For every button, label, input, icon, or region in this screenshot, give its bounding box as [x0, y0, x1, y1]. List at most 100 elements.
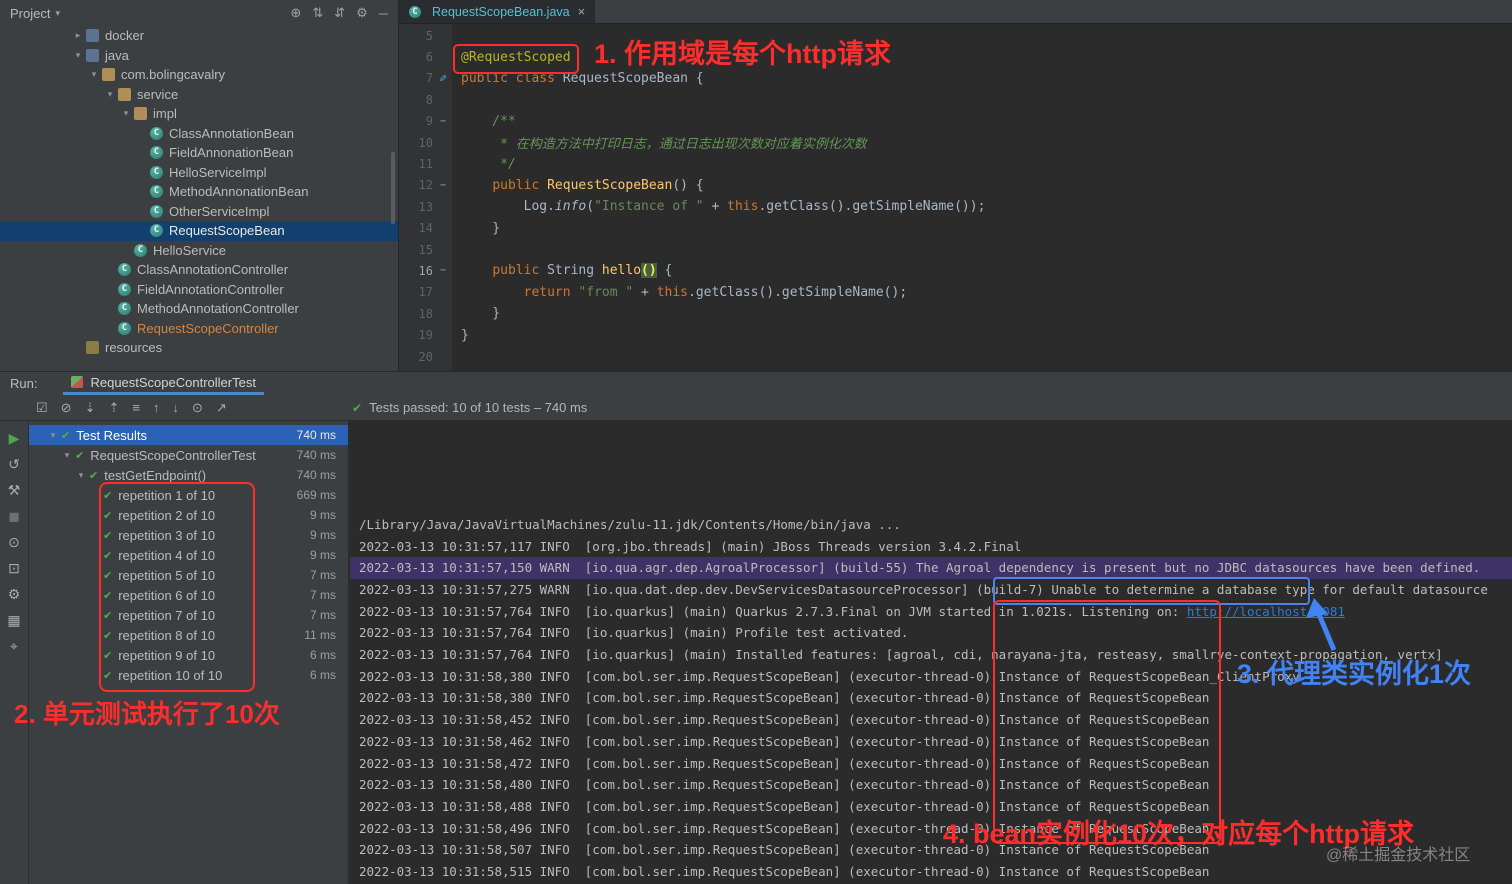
code-line[interactable]: 12− public RequestScopeBean() { — [399, 175, 1512, 196]
line-number: 12 — [418, 178, 433, 193]
line-number: 14 — [418, 221, 433, 236]
code-token: */ — [500, 156, 516, 172]
rerun-failed-icon[interactable]: ↺ — [0, 456, 28, 473]
console-text: 2022-03-13 10:31:57,117 INFO [org.jbo.th… — [359, 538, 1022, 554]
project-scrollbar[interactable] — [391, 152, 395, 224]
project-tree-item[interactable]: C FieldAnnonationBean — [0, 143, 398, 163]
project-tree-item[interactable]: C ClassAnnotationController — [0, 260, 398, 280]
editor-tab[interactable]: C RequestScopeBean.java × — [399, 0, 596, 23]
code-line[interactable]: 18 } — [399, 303, 1512, 324]
code-line[interactable]: 11 */ — [399, 153, 1512, 174]
code-line[interactable]: 8 — [399, 89, 1512, 110]
show-ignored-icon[interactable]: ⊘ — [61, 400, 72, 416]
layout-icon[interactable]: ▦ — [0, 612, 28, 629]
export-test-results-icon[interactable]: ↗ — [216, 400, 227, 416]
code-token: public — [492, 177, 548, 193]
fold-icon[interactable]: − — [433, 180, 453, 191]
project-tree-item[interactable]: C MethodAnnotationController — [0, 299, 398, 319]
select-opened-file-icon[interactable]: ⊕ — [290, 5, 301, 21]
run-tab[interactable]: RequestScopeControllerTest — [63, 372, 264, 395]
next-failed-test-icon[interactable]: ↓ — [172, 400, 179, 415]
project-tree-item[interactable]: C ClassAnnotationBean — [0, 124, 398, 144]
project-tree-item[interactable]: C FieldAnnotationController — [0, 280, 398, 300]
test-item-time: 669 ms — [296, 488, 336, 502]
pin-icon[interactable]: ⌖ — [0, 638, 28, 655]
chevron-down-icon[interactable]: ▾ — [73, 470, 89, 481]
project-tree-item[interactable]: C OtherServiceImpl — [0, 202, 398, 222]
sort-alphabetically-icon[interactable]: ⇣ — [85, 400, 96, 416]
project-tree-item[interactable]: C HelloServiceImpl — [0, 163, 398, 183]
code-line[interactable]: 9− /** — [399, 111, 1512, 132]
code-line[interactable]: 17 return "from " + this.getClass().getS… — [399, 282, 1512, 303]
collapse-all-icon[interactable]: ⇵ — [334, 5, 345, 21]
editor-tab-label: RequestScopeBean.java — [432, 4, 570, 19]
chevron-down-icon[interactable]: ▾ — [70, 50, 86, 61]
chevron-down-icon[interactable]: ▾ — [86, 69, 102, 80]
chevron-down-icon[interactable]: ▾ — [118, 108, 134, 119]
project-tree-item[interactable]: ▾ impl — [0, 104, 398, 124]
code-line[interactable]: 20 — [399, 346, 1512, 367]
annotate-pen-icon[interactable]: ✎ — [433, 71, 453, 85]
project-tree-item[interactable]: ▸ docker — [0, 26, 398, 46]
resources-icon — [86, 341, 99, 355]
line-number: 7 — [425, 71, 433, 86]
fold-icon[interactable]: − — [433, 116, 453, 127]
chevron-down-icon[interactable]: ▾ — [55, 8, 60, 19]
chevron-down-icon[interactable]: ▾ — [59, 450, 75, 461]
rerun-tests-icon[interactable]: ▶ — [0, 430, 28, 447]
test-history-icon[interactable]: ⊙ — [192, 400, 203, 416]
screenshot-icon[interactable]: ⊙ — [0, 534, 28, 551]
hide-panel-icon[interactable]: ─ — [379, 6, 388, 21]
expand-all-icon[interactable]: ≡ — [132, 400, 140, 415]
build-icon[interactable]: ⚒ — [0, 482, 28, 499]
close-icon[interactable]: × — [578, 4, 586, 19]
project-tree-item[interactable]: ▾ java — [0, 46, 398, 66]
project-tree-item[interactable]: ▾ com.bolingcavalry — [0, 65, 398, 85]
test-item-time: 740 ms — [296, 468, 336, 482]
line-number: 19 — [418, 328, 433, 343]
code-token: + — [633, 284, 657, 300]
show-passed-icon[interactable]: ☑ — [36, 400, 48, 416]
chevron-down-icon[interactable]: ▾ — [102, 89, 118, 100]
test-item-label: testGetEndpoint() — [104, 467, 207, 483]
stop-icon[interactable]: ◼ — [0, 508, 28, 525]
run-panel-title: Run: — [10, 376, 38, 391]
line-number: 15 — [418, 242, 433, 257]
chevron-down-icon[interactable]: ▾ — [45, 430, 61, 441]
project-item-label: FieldAnnotationController — [137, 281, 284, 297]
settings-icon[interactable]: ⚙ — [356, 5, 368, 21]
console-text: 2022-03-13 10:31:57,764 INFO [io.quarkus… — [359, 625, 909, 641]
project-tree-item[interactable]: C HelloService — [0, 241, 398, 261]
code-line[interactable]: 13 Log.info("Instance of " + this.getCla… — [399, 196, 1512, 217]
chevron-right-icon[interactable]: ▸ — [70, 30, 86, 41]
test-tree-item[interactable]: ▾ ✔ RequestScopeControllerTest 740 ms — [29, 445, 348, 465]
test-config-icon — [71, 376, 84, 388]
code-token: RequestScopeBean — [547, 177, 673, 193]
expand-selection-icon[interactable]: ⇅ — [312, 5, 323, 21]
project-tree-item[interactable]: C MethodAnnonationBean — [0, 182, 398, 202]
project-tree-item[interactable]: ▾ service — [0, 85, 398, 105]
project-tree-item[interactable]: C RequestScopeBean — [0, 221, 398, 241]
previous-failed-test-icon[interactable]: ↑ — [153, 400, 160, 415]
restore-layout-icon[interactable]: ⊡ — [0, 560, 28, 577]
fold-icon[interactable]: − — [433, 265, 453, 276]
code-line[interactable]: 14 } — [399, 218, 1512, 239]
code-line[interactable]: 15 — [399, 239, 1512, 260]
project-panel-title[interactable]: Project — [10, 6, 50, 21]
project-item-label: RequestScopeBean — [169, 223, 285, 239]
sort-by-duration-icon[interactable]: ⇡ — [108, 400, 119, 416]
line-number: 20 — [418, 349, 433, 364]
run-left-strip: ▶ ↺ ⚒ ◼ ⊙ ⊡ ⚙ ▦ ⌖ — [0, 421, 29, 884]
project-tree-item[interactable]: resources — [0, 338, 398, 358]
test-tree-item[interactable]: ▾ ✔ Test Results 740 ms — [29, 425, 348, 445]
settings-icon[interactable]: ⚙ — [0, 586, 28, 603]
code-line[interactable]: 16− public String hello() { — [399, 260, 1512, 281]
code-token: ( — [586, 199, 595, 215]
project-tree-item[interactable]: C RequestScopeController — [0, 319, 398, 339]
project-item-label: OtherServiceImpl — [169, 203, 270, 219]
code-line[interactable]: 10 * 在构造方法中打印日志，通过日志出现次数对应着实例化次数 — [399, 132, 1512, 153]
class-icon: C — [150, 146, 163, 160]
code-line[interactable]: 19} — [399, 324, 1512, 345]
